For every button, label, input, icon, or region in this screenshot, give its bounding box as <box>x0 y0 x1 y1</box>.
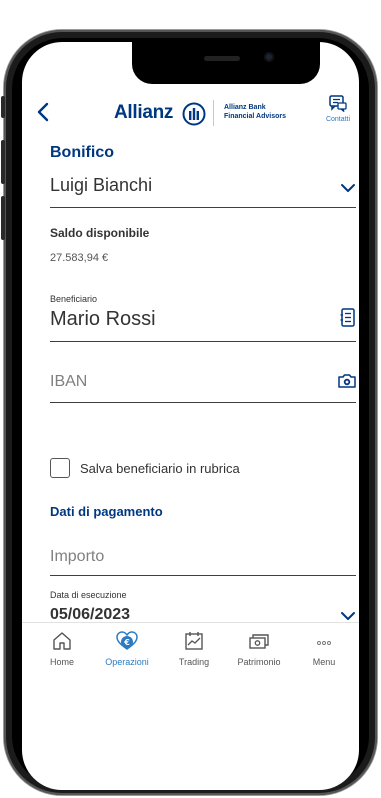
brand-subtitle-line1: Allianz Bank <box>224 104 266 111</box>
account-select-value: Luigi Bianchi <box>50 175 153 195</box>
more-icon <box>317 641 331 645</box>
amount-placeholder: Importo <box>50 548 105 565</box>
tab-trading[interactable]: Trading <box>164 631 224 667</box>
beneficiary-field[interactable]: Mario Rossi <box>50 306 356 342</box>
account-select[interactable]: Luigi Bianchi <box>50 174 356 208</box>
euro-transfer-icon: € <box>116 631 138 650</box>
app-header: Allianz Allianz Bank Financial Advisors … <box>22 94 359 136</box>
balance-label: Saldo disponibile <box>50 226 150 240</box>
beneficiary-label: Beneficiario <box>50 294 98 304</box>
iban-field[interactable]: IBAN <box>50 369 356 403</box>
phone-side-button <box>1 196 5 240</box>
save-beneficiary-row[interactable]: Salva beneficiario in rubrica <box>50 458 356 480</box>
tab-label: Operazioni <box>105 657 149 667</box>
wallet-icon <box>249 634 269 649</box>
chat-icon <box>329 95 347 112</box>
tab-label: Home <box>49 657 74 667</box>
tab-home[interactable]: Home <box>32 631 92 667</box>
home-icon <box>53 632 71 650</box>
app-screen: Allianz Allianz Bank Financial Advisors … <box>22 42 359 790</box>
tab-label: Menu <box>312 657 336 667</box>
speaker-grille <box>204 56 240 61</box>
tab-label: Patrimonio <box>237 657 281 667</box>
chart-icon <box>185 632 203 650</box>
logo-divider <box>213 100 214 126</box>
tab-operazioni[interactable]: € Operazioni <box>97 631 157 667</box>
payment-section-title: Dati di pagamento <box>50 504 163 519</box>
bottom-tab-bar: Home € Operazioni Trading Patrimonio Men… <box>22 622 359 692</box>
allianz-logo-icon <box>182 102 206 126</box>
contacts-label: Contatti <box>325 116 351 123</box>
iban-placeholder: IBAN <box>50 373 88 390</box>
save-beneficiary-checkbox[interactable] <box>50 458 70 478</box>
page-title: Bonifico <box>50 144 114 161</box>
front-camera <box>264 52 274 62</box>
tab-patrimonio[interactable]: Patrimonio <box>229 631 289 667</box>
phone-side-button <box>1 96 5 118</box>
chevron-left-icon[interactable] <box>32 100 56 124</box>
brand-subtitle: Allianz Bank Financial Advisors <box>224 103 286 121</box>
amount-field[interactable]: Importo <box>50 542 356 576</box>
svg-text:€: € <box>123 638 130 647</box>
phone-notch <box>132 42 320 84</box>
camera-icon[interactable] <box>338 373 356 389</box>
beneficiary-value: Mario Rossi <box>50 308 156 330</box>
execution-date-label: Data di esecuzione <box>50 590 127 600</box>
chevron-down-icon <box>341 184 355 192</box>
balance-value: 27.583,94 € <box>50 252 109 264</box>
tab-menu[interactable]: Menu <box>294 631 354 667</box>
brand-name: Allianz <box>114 102 174 123</box>
contacts-button[interactable]: Contatti <box>320 94 356 123</box>
tab-label: Trading <box>178 657 210 667</box>
save-beneficiary-label: Salva beneficiario in rubrica <box>80 461 240 476</box>
phone-side-button <box>1 140 5 184</box>
address-book-icon[interactable] <box>340 308 356 328</box>
brand-subtitle-line2: Financial Advisors <box>224 113 286 120</box>
